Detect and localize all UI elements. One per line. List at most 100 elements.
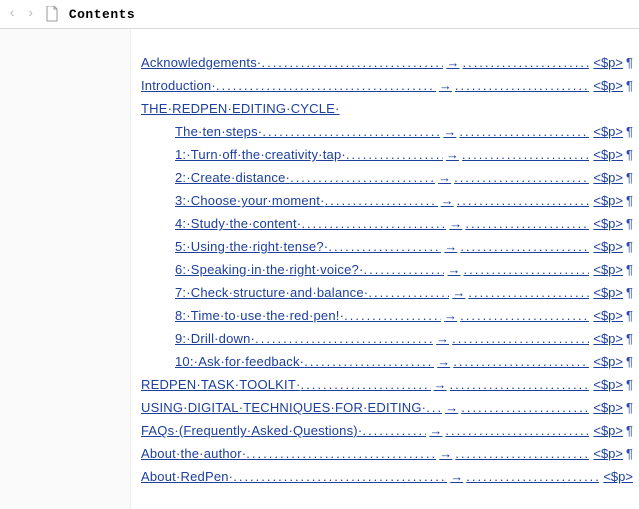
pilcrow-icon: ¶ xyxy=(624,331,633,346)
toc-entry-link[interactable]: REDPEN·TASK·TOOLKIT· xyxy=(141,377,301,392)
tab-mark-icon: → xyxy=(441,308,460,323)
toc-row: The·ten·steps· → <$p>¶ xyxy=(141,116,633,139)
tab-mark-icon: → xyxy=(446,216,465,231)
pilcrow-icon: ¶ xyxy=(624,216,633,231)
paragraph-marker: <$p>¶ xyxy=(589,400,633,415)
toc-leader xyxy=(262,125,440,139)
toc-entry-link[interactable]: FAQs·(Frequently·Asked·Questions)· xyxy=(141,423,362,438)
toc-row: FAQs·(Frequently·Asked·Questions)· → <$p>¶ xyxy=(141,415,633,438)
toc-leader xyxy=(457,194,590,208)
toc-entry-link[interactable]: 5:·Using·the·right·tense?· xyxy=(175,239,328,254)
toc-entry-link[interactable]: 6:·Speaking·in·the·right·voice?· xyxy=(175,262,363,277)
toc-row: 2:·Create·distance·→<$p>¶ xyxy=(141,162,633,185)
toc-entry-link[interactable]: 2:·Create·distance· xyxy=(175,170,290,185)
tab-mark-icon: → xyxy=(442,400,461,415)
toc-entry-link[interactable]: About·the·author· xyxy=(141,446,246,461)
toc-leader xyxy=(246,447,436,461)
toc-entry-link[interactable]: 10:·Ask·for·feedback· xyxy=(175,354,304,369)
toc-leader xyxy=(453,355,589,369)
toc-row: Introduction· → <$p>¶ xyxy=(141,70,633,93)
toc-leader xyxy=(362,424,426,438)
document-icon xyxy=(45,6,59,22)
toc-row: Acknowledgements·→<$p>¶ xyxy=(141,47,633,70)
paragraph-marker: <$p>¶ xyxy=(589,216,633,231)
tab-mark-icon: → xyxy=(438,193,457,208)
toc-leader xyxy=(465,217,589,231)
pilcrow-icon: ¶ xyxy=(624,400,633,415)
toc-leader xyxy=(368,286,449,300)
toc-row: THE·REDPEN·EDITING·CYCLE· xyxy=(141,93,633,116)
toc-row: About·RedPen·→<$p> xyxy=(141,461,633,484)
toc-row: REDPEN·TASK·TOOLKIT· → <$p>¶ xyxy=(141,369,633,392)
pilcrow-icon: ¶ xyxy=(624,78,633,93)
toc-entry-link[interactable]: Acknowledgements· xyxy=(141,55,261,70)
paragraph-marker: <$p>¶ xyxy=(589,78,633,93)
tab-mark-icon: → xyxy=(431,377,450,392)
toc-leader xyxy=(450,378,590,392)
tab-mark-icon: → xyxy=(449,285,468,300)
toc-row: 5:·Using·the·right·tense?·→<$p>¶ xyxy=(141,231,633,254)
toc-leader xyxy=(463,263,589,277)
toc-entry-link[interactable]: About·RedPen· xyxy=(141,469,233,484)
toc-row: 3:·Choose·your·moment· → <$p>¶ xyxy=(141,185,633,208)
toc-leader xyxy=(301,217,446,231)
toc-row: About·the·author·→<$p>¶ xyxy=(141,438,633,461)
paragraph-marker: <$p>¶ xyxy=(589,377,633,392)
paragraph-marker: <$p>¶ xyxy=(589,170,633,185)
page-title: Contents xyxy=(69,7,135,22)
toc-entry-link[interactable]: 3:·Choose·your·moment· xyxy=(175,193,325,208)
pilcrow-icon: ¶ xyxy=(624,377,633,392)
toc-leader xyxy=(344,309,441,323)
tab-mark-icon: → xyxy=(444,262,463,277)
paragraph-marker: <$p>¶ xyxy=(589,193,633,208)
toc-leader xyxy=(445,424,589,438)
tab-mark-icon: → xyxy=(433,331,452,346)
tab-mark-icon: → xyxy=(426,423,445,438)
toc-leader xyxy=(460,309,589,323)
toc-entry-link[interactable]: 1:·Turn·off·the·creativity·tap· xyxy=(175,147,346,162)
toc-leader xyxy=(346,148,443,162)
toc-entry-link[interactable]: USING·DIGITAL·TECHNIQUES·FOR·EDITING· xyxy=(141,400,426,415)
toc-leader xyxy=(462,148,589,162)
pilcrow-icon: ¶ xyxy=(624,124,633,139)
nav-back-icon[interactable]: ‹ xyxy=(8,6,16,22)
toc-leader xyxy=(301,378,431,392)
toc-entry-link[interactable]: The·ten·steps· xyxy=(175,124,262,139)
toc-row: USING·DIGITAL·TECHNIQUES·FOR·EDITING· → <$… xyxy=(141,392,633,415)
toc-leader xyxy=(462,56,589,70)
tab-mark-icon: → xyxy=(436,78,455,93)
pilcrow-icon: ¶ xyxy=(624,446,633,461)
toc-row: 7:·Check·structure·and·balance·→<$p>¶ xyxy=(141,277,633,300)
nav-forward-icon[interactable]: › xyxy=(26,6,34,22)
header-bar: ‹ › Contents xyxy=(0,0,639,29)
paragraph-marker: <$p>¶ xyxy=(589,423,633,438)
toc-leader xyxy=(426,401,442,415)
paragraph-marker: <$p>¶ xyxy=(589,124,633,139)
toc-row: 4:·Study·the·content· → <$p>¶ xyxy=(141,208,633,231)
toc-leader xyxy=(466,470,599,484)
toc-row: 8:·Time·to·use·the·red·pen!·→<$p>¶ xyxy=(141,300,633,323)
toc-entry-link[interactable]: 4:·Study·the·content· xyxy=(175,216,301,231)
toc-row: 10:·Ask·for·feedback·→<$p>¶ xyxy=(141,346,633,369)
toc-entry-link[interactable]: 8:·Time·to·use·the·red·pen!· xyxy=(175,308,344,323)
tab-mark-icon: → xyxy=(436,446,455,461)
toc-row: 9:·Drill·down·→<$p>¶ xyxy=(141,323,633,346)
left-gutter xyxy=(0,29,131,509)
paragraph-marker: <$p>¶ xyxy=(589,262,633,277)
toc-leader xyxy=(304,355,434,369)
pilcrow-icon: ¶ xyxy=(624,423,633,438)
toc-leader xyxy=(363,263,444,277)
toc-row: 6:·Speaking·in·the·right·voice?· → <$p>¶ xyxy=(141,254,633,277)
toc-leader xyxy=(255,332,433,346)
toc-entry-link[interactable]: 7:·Check·structure·and·balance· xyxy=(175,285,368,300)
toc-entry-link[interactable]: 9:·Drill·down· xyxy=(175,331,255,346)
pilcrow-icon: ¶ xyxy=(624,239,633,254)
toc-leader xyxy=(454,171,589,185)
tab-mark-icon: → xyxy=(440,124,459,139)
toc-leader xyxy=(325,194,438,208)
toc-entry-link[interactable]: Introduction· xyxy=(141,78,216,93)
pilcrow-icon: ¶ xyxy=(624,308,633,323)
toc-leader xyxy=(261,56,443,70)
toc-entry-link[interactable]: THE·REDPEN·EDITING·CYCLE· xyxy=(141,101,340,116)
toc-leader xyxy=(290,171,435,185)
